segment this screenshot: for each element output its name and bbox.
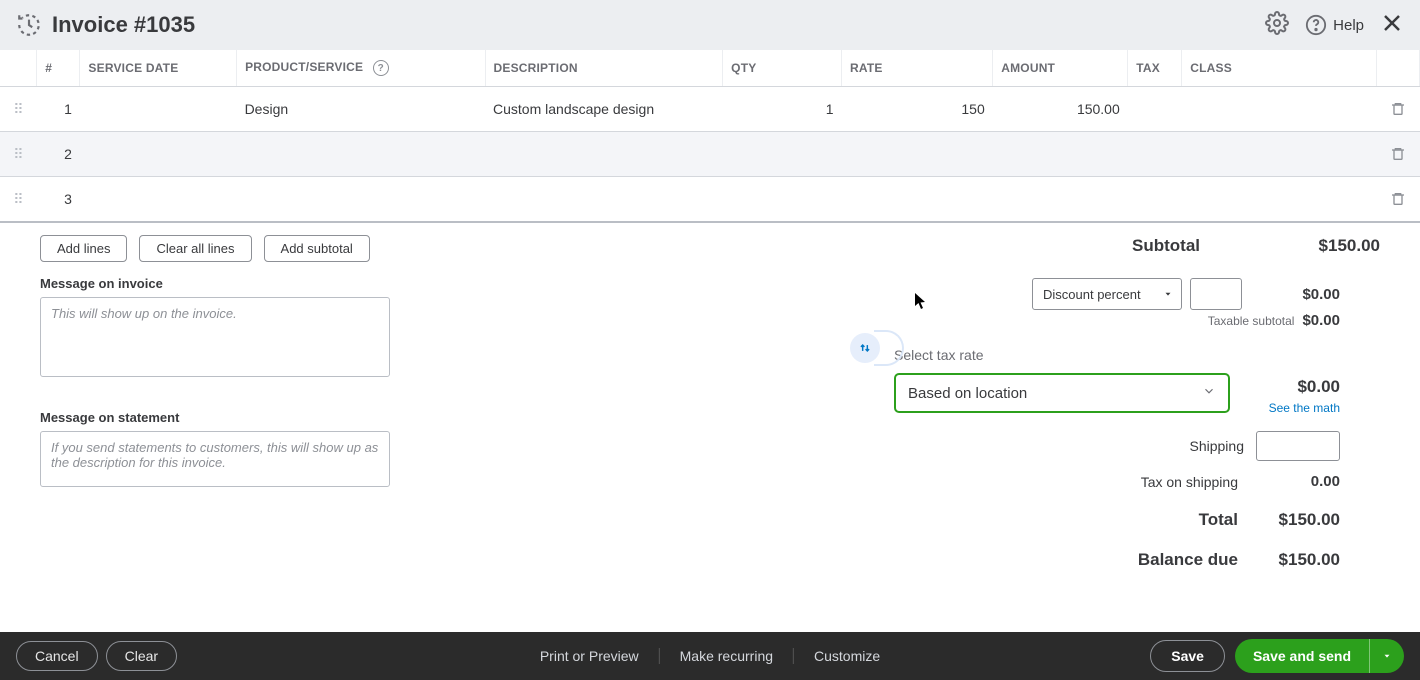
- help-icon[interactable]: ?: [373, 60, 389, 76]
- shipping-label: Shipping: [1190, 438, 1245, 454]
- clear-all-lines-button[interactable]: Clear all lines: [139, 235, 251, 262]
- message-invoice-input[interactable]: [40, 297, 390, 377]
- discount-type-select[interactable]: Discount percent: [1032, 278, 1182, 310]
- discount-amount: $0.00: [1250, 286, 1340, 303]
- tax-on-shipping-value: 0.00: [1250, 473, 1340, 490]
- message-statement-label: Message on statement: [40, 410, 840, 425]
- col-rate: RATE: [842, 50, 993, 87]
- col-service-date: SERVICE DATE: [80, 50, 237, 87]
- clear-button[interactable]: Clear: [106, 641, 177, 671]
- table-row[interactable]: ⠿ 1 Design Custom landscape design 1 150…: [0, 87, 1420, 132]
- chevron-down-icon[interactable]: [1369, 639, 1404, 673]
- save-and-send-button[interactable]: Save and send: [1235, 639, 1404, 673]
- history-icon[interactable]: [16, 12, 42, 38]
- add-lines-button[interactable]: Add lines: [40, 235, 127, 262]
- help-label: Help: [1333, 17, 1364, 34]
- taxable-subtotal-value: $0.00: [1302, 312, 1340, 329]
- see-the-math-link[interactable]: See the math: [1269, 401, 1340, 415]
- total-label: Total: [1199, 510, 1238, 530]
- balance-due-value: $150.00: [1250, 550, 1340, 570]
- save-button[interactable]: Save: [1150, 640, 1225, 672]
- drag-handle-icon[interactable]: ⠿: [13, 192, 23, 206]
- col-tax: TAX: [1128, 50, 1182, 87]
- balance-due-label: Balance due: [1138, 550, 1238, 570]
- gear-icon[interactable]: [1265, 11, 1289, 40]
- col-number: #: [37, 50, 80, 87]
- drag-handle-icon[interactable]: ⠿: [13, 102, 23, 116]
- discount-value-input[interactable]: [1190, 278, 1242, 310]
- swap-order-button[interactable]: [850, 330, 904, 366]
- shipping-input[interactable]: [1256, 431, 1340, 461]
- select-tax-rate-label: Select tax rate: [894, 347, 1230, 363]
- col-amount: AMOUNT: [993, 50, 1128, 87]
- page-title: Invoice #1035: [52, 12, 195, 38]
- tax-rate-select[interactable]: Based on location: [894, 373, 1230, 413]
- help-button[interactable]: Help: [1305, 14, 1364, 36]
- subtotal-value: $150.00: [1290, 236, 1380, 256]
- total-value: $150.00: [1250, 510, 1340, 530]
- message-invoice-label: Message on invoice: [40, 276, 840, 291]
- close-icon[interactable]: [1380, 11, 1404, 40]
- col-qty: QTY: [723, 50, 842, 87]
- customize-link[interactable]: Customize: [794, 648, 900, 664]
- table-row[interactable]: ⠿ 2: [0, 132, 1420, 177]
- make-recurring-link[interactable]: Make recurring: [660, 648, 794, 664]
- table-row[interactable]: ⠿ 3: [0, 177, 1420, 223]
- line-items-table: # SERVICE DATE PRODUCT/SERVICE ? DESCRIP…: [0, 50, 1420, 223]
- header-bar: Invoice #1035 Help: [0, 0, 1420, 50]
- add-subtotal-button[interactable]: Add subtotal: [264, 235, 370, 262]
- col-description: DESCRIPTION: [485, 50, 723, 87]
- chevron-down-icon: [1163, 287, 1173, 302]
- col-product: PRODUCT/SERVICE ?: [237, 50, 485, 87]
- tax-on-shipping-label: Tax on shipping: [1141, 474, 1238, 490]
- taxable-subtotal-label: Taxable subtotal: [1208, 314, 1295, 328]
- trash-icon[interactable]: [1384, 191, 1411, 207]
- print-preview-link[interactable]: Print or Preview: [520, 648, 660, 664]
- col-class: CLASS: [1182, 50, 1376, 87]
- tax-amount: $0.00: [1250, 377, 1340, 397]
- footer-bar: Cancel Clear Print or Preview Make recur…: [0, 632, 1420, 680]
- trash-icon[interactable]: [1384, 146, 1411, 162]
- message-statement-input[interactable]: [40, 431, 390, 487]
- drag-handle-icon[interactable]: ⠿: [13, 147, 23, 161]
- chevron-down-icon: [1202, 384, 1216, 402]
- cancel-button[interactable]: Cancel: [16, 641, 98, 671]
- trash-icon[interactable]: [1384, 101, 1411, 117]
- subtotal-label: Subtotal: [1132, 236, 1200, 256]
